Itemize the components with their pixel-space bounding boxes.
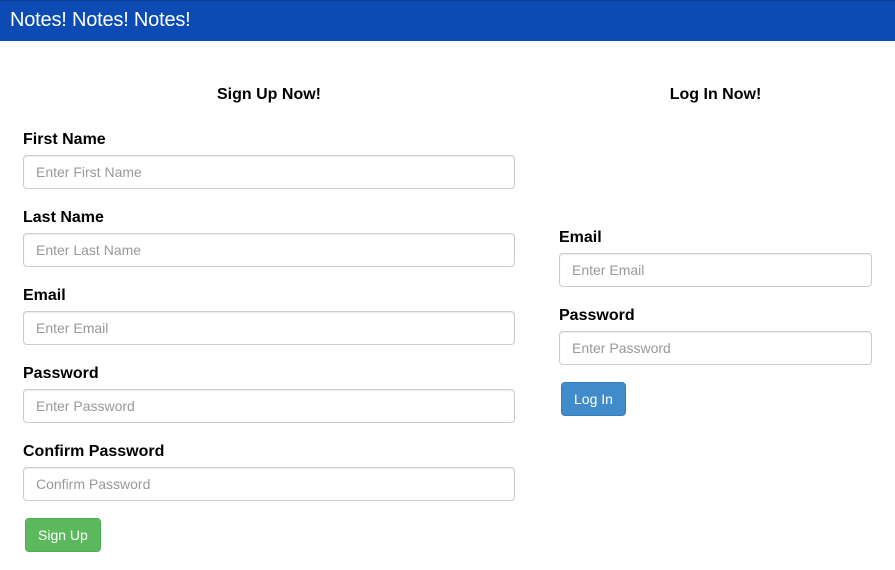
log-in-button[interactable]: Log In bbox=[561, 382, 626, 416]
signup-first-name-group: First Name bbox=[23, 130, 515, 189]
signup-email-input[interactable] bbox=[23, 311, 515, 345]
last-name-input[interactable] bbox=[23, 233, 515, 267]
confirm-password-label: Confirm Password bbox=[23, 443, 165, 460]
login-email-label: Email bbox=[559, 229, 602, 246]
signup-password-label: Password bbox=[23, 365, 99, 382]
navbar: Notes! Notes! Notes! bbox=[0, 0, 895, 41]
last-name-label: Last Name bbox=[23, 209, 104, 226]
login-email-group: Email bbox=[559, 228, 872, 287]
login-password-group: Password bbox=[559, 306, 872, 365]
signup-password-group: Password bbox=[23, 364, 515, 423]
login-password-label: Password bbox=[559, 307, 635, 324]
login-email-input[interactable] bbox=[559, 253, 872, 287]
first-name-label: First Name bbox=[23, 131, 106, 148]
confirm-password-group: Confirm Password bbox=[23, 442, 515, 501]
signup-last-name-group: Last Name bbox=[23, 208, 515, 267]
signup-password-input[interactable] bbox=[23, 389, 515, 423]
login-panel: Log In Now! Email Password Log In bbox=[559, 84, 872, 416]
signup-email-group: Email bbox=[23, 286, 515, 345]
signup-panel: Sign Up Now! First Name Last Name Email … bbox=[23, 84, 515, 552]
signup-title: Sign Up Now! bbox=[217, 86, 321, 103]
signup-email-label: Email bbox=[23, 287, 66, 304]
login-password-input[interactable] bbox=[559, 331, 872, 365]
first-name-input[interactable] bbox=[23, 155, 515, 189]
brand-title[interactable]: Notes! Notes! Notes! bbox=[10, 9, 191, 32]
sign-up-button[interactable]: Sign Up bbox=[25, 518, 101, 552]
confirm-password-input[interactable] bbox=[23, 467, 515, 501]
login-title: Log In Now! bbox=[669, 86, 762, 103]
